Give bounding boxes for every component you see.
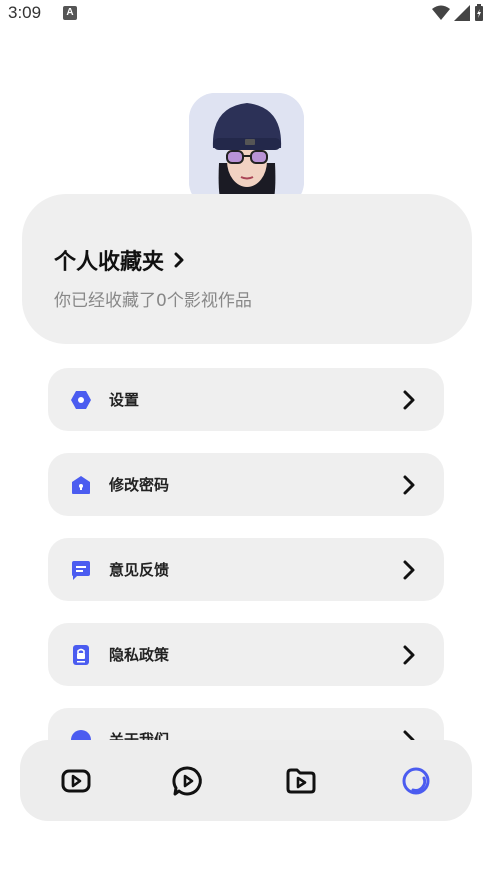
privacy-icon — [73, 645, 89, 665]
menu-item-change-password[interactable]: 修改密码 — [48, 453, 444, 516]
menu-item-privacy-policy[interactable]: 隐私政策 — [48, 623, 444, 686]
menu-label: 修改密码 — [109, 476, 170, 494]
favorites-subtitle: 你已经收藏了0个影视作品 — [54, 291, 252, 311]
menu-item-feedback[interactable]: 意见反馈 — [48, 538, 444, 601]
menu-label: 隐私政策 — [109, 646, 170, 664]
menu-label: 意见反馈 — [109, 561, 170, 579]
feedback-icon — [72, 561, 90, 580]
status-bar: 3:09 A — [0, 0, 492, 28]
chevron-right-icon — [403, 390, 415, 410]
folder-play-icon[interactable] — [284, 764, 318, 798]
chevron-right-icon — [403, 560, 415, 580]
chevron-right-icon — [403, 475, 415, 495]
favorites-title: 个人收藏夹 — [54, 250, 165, 275]
menu-label: 设置 — [109, 391, 140, 409]
settings-hexagon-icon — [71, 391, 91, 409]
lock-icon — [72, 476, 90, 494]
video-play-icon[interactable] — [59, 764, 93, 798]
menu-item-settings[interactable]: 设置 — [48, 368, 444, 431]
notification-icon: A — [63, 6, 77, 20]
bottom-nav — [20, 740, 472, 821]
favorites-title-row[interactable]: 个人收藏夹 — [54, 244, 184, 276]
profile-ring-icon[interactable] — [399, 764, 433, 798]
status-icons — [432, 4, 484, 22]
battery-icon — [475, 4, 483, 21]
status-time: 3:09 — [8, 3, 42, 22]
signal-icon — [454, 5, 470, 21]
avatar-character-icon — [189, 93, 304, 208]
chat-play-icon[interactable] — [171, 764, 205, 798]
avatar[interactable] — [189, 93, 304, 208]
wifi-icon — [432, 5, 450, 20]
chevron-right-icon — [403, 645, 415, 665]
favorites-card[interactable]: 个人收藏夹 你已经收藏了0个影视作品 — [22, 194, 472, 344]
chevron-right-icon — [174, 252, 184, 268]
